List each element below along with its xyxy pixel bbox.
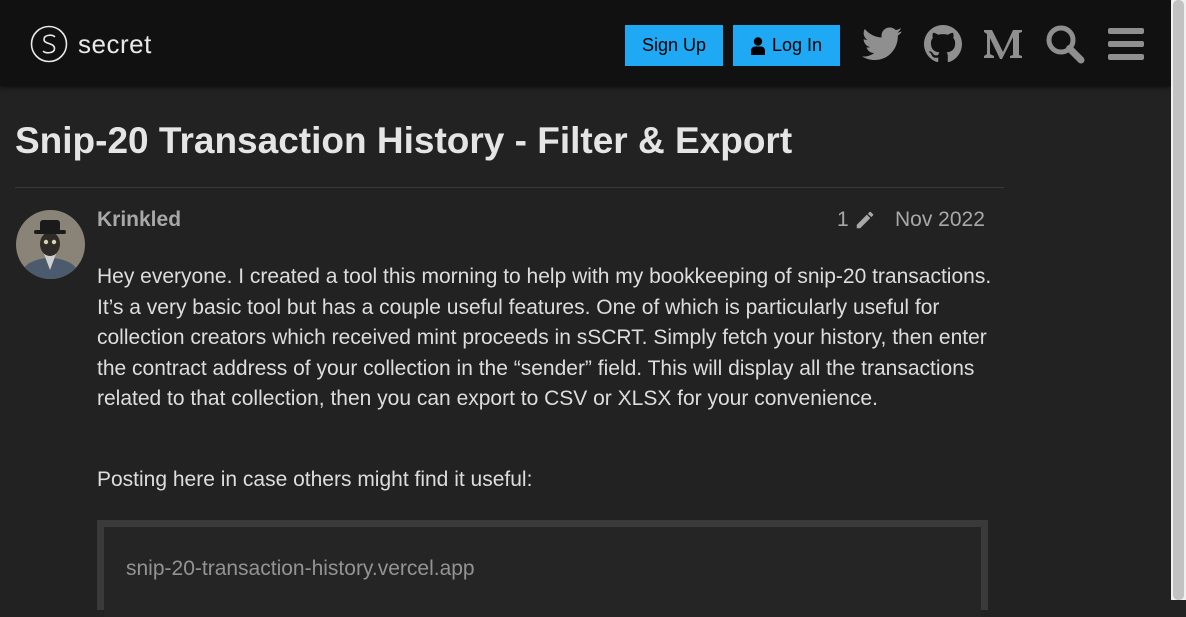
post-date[interactable]: Nov 2022 [895,208,985,232]
title-divider [15,187,1004,188]
logo-text: secret [78,28,152,59]
post-content: Hey everyone. I created a tool this morn… [97,262,997,415]
twitter-link[interactable] [860,22,904,66]
secret-logo-icon [30,25,68,63]
link-preview-url[interactable]: snip-20-transaction-history.vercel.app [126,557,475,581]
user-avatar-icon [16,210,85,279]
link-preview-card: snip-20-transaction-history.vercel.app [97,520,988,617]
search-icon [1046,25,1085,64]
avatar[interactable] [16,210,85,279]
sign-up-button[interactable]: Sign Up [625,25,723,66]
log-in-label: Log In [771,35,823,55]
scrollbar-thumb[interactable] [1173,0,1184,600]
hamburger-menu-button[interactable] [1104,22,1148,66]
medium-link[interactable] [981,22,1025,66]
menu-icon [1108,28,1144,60]
medium-icon [984,30,1022,59]
site-logo[interactable]: secret [30,25,152,63]
github-icon [924,25,962,63]
link-preview-body: snip-20-transaction-history.vercel.app [104,527,981,617]
twitter-icon [862,27,902,60]
search-button[interactable] [1043,22,1087,66]
github-link[interactable] [921,22,965,66]
edit-count: 1 [837,208,849,231]
post-author[interactable]: Krinkled [97,208,181,232]
site-header: secret Sign Up Log In [0,0,1171,86]
edit-history-button[interactable]: 1 [837,208,876,232]
post-paragraph: Hey everyone. I created a tool this morn… [97,265,992,410]
user-icon [750,36,765,55]
pencil-icon [856,211,873,229]
topic-title[interactable]: Snip-20 Transaction History - Filter & E… [15,120,792,162]
log-in-button[interactable]: Log In [733,25,840,66]
post-paragraph: Posting here in case others might find i… [97,468,533,491]
